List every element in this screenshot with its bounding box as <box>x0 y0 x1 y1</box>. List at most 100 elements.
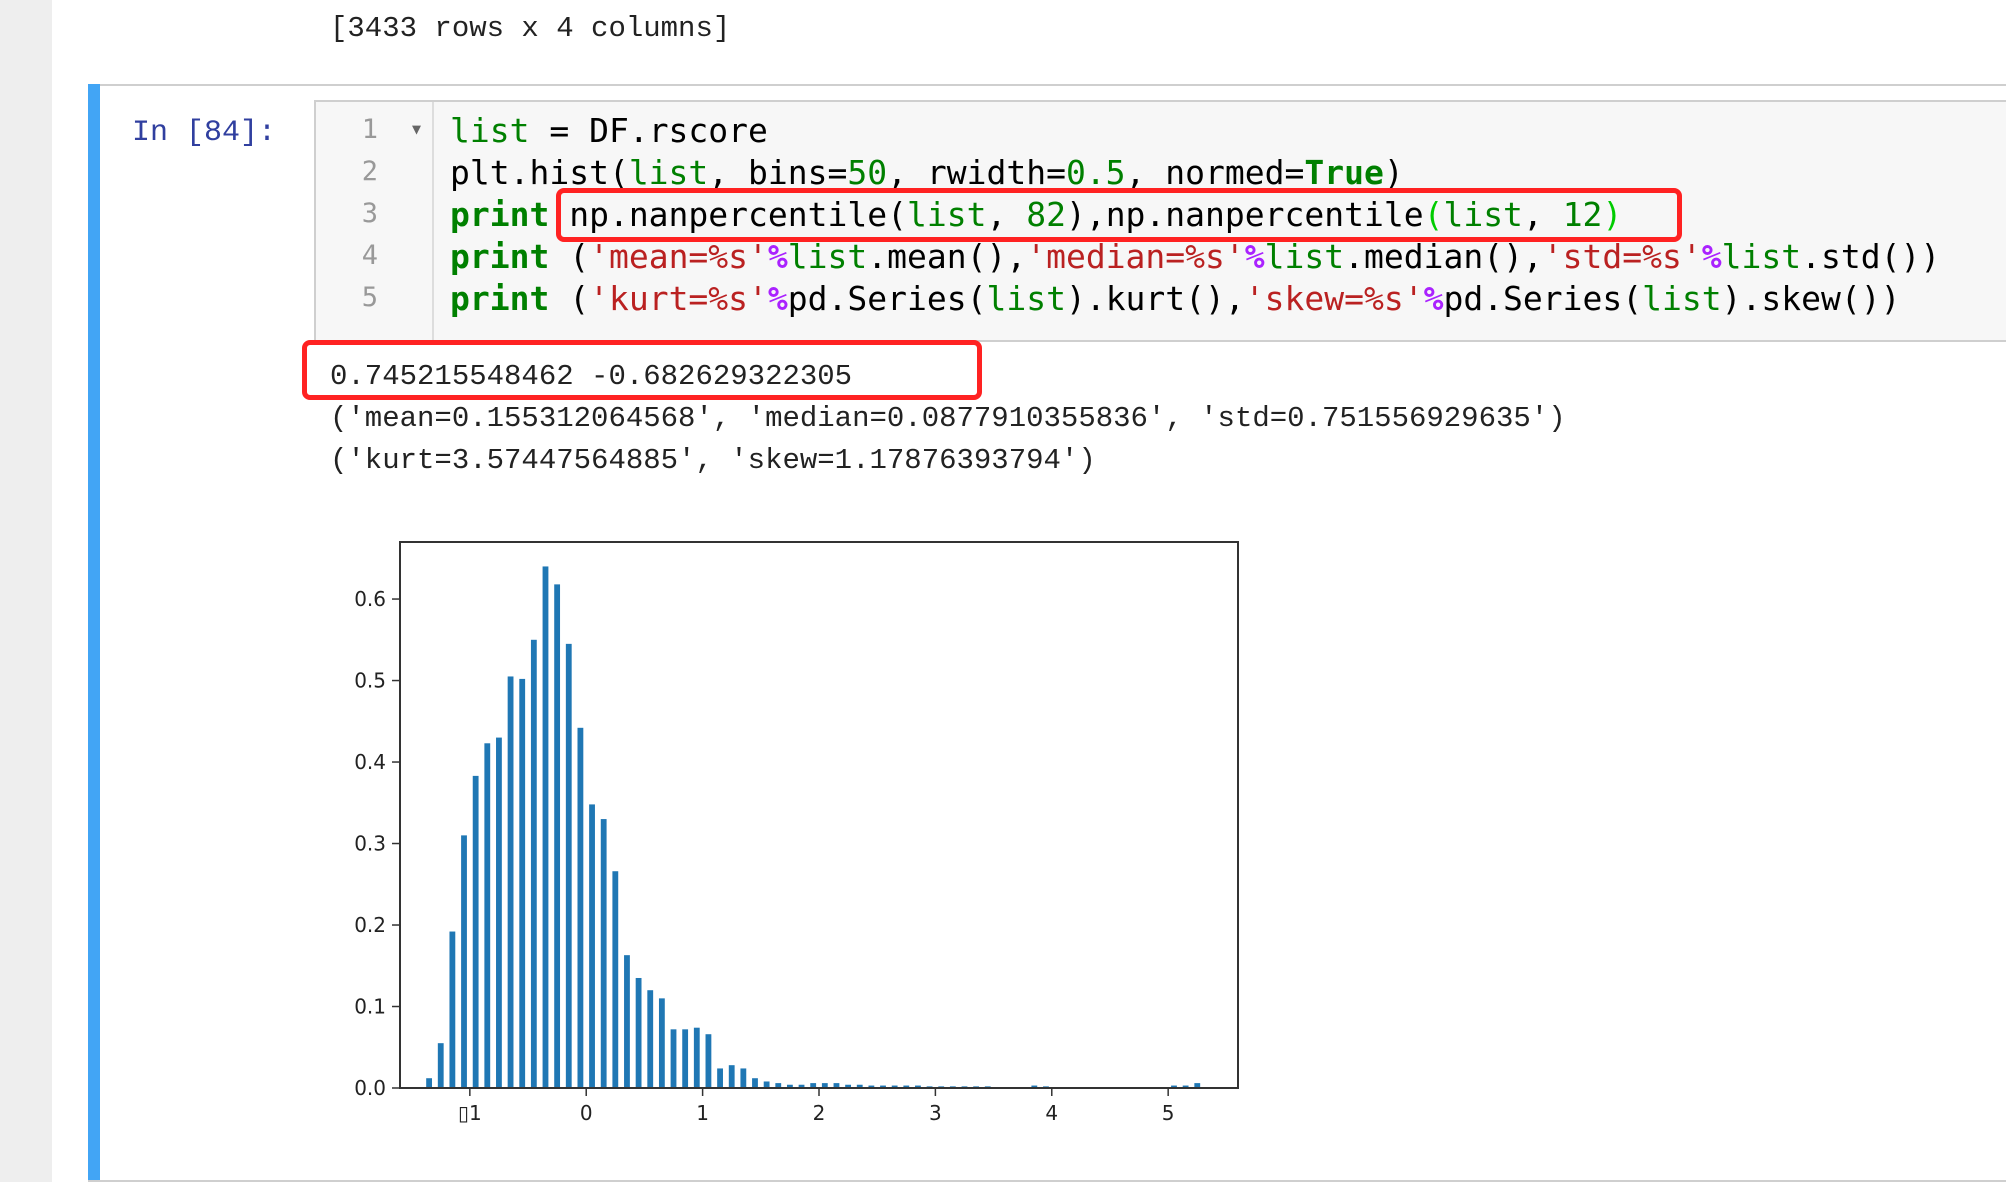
code-token: list <box>906 195 987 234</box>
histogram-bar <box>565 643 572 1088</box>
histogram-bar <box>740 1068 747 1088</box>
histogram-bar <box>437 1043 444 1088</box>
y-tick-label: 0.2 <box>354 913 386 937</box>
code-token: % <box>767 237 788 276</box>
code-token: = DF.rscore <box>529 111 768 150</box>
input-prompt: In [84]: <box>132 116 277 150</box>
code-token: list <box>986 279 1066 318</box>
histogram-bar <box>589 804 595 1088</box>
histogram-bar <box>530 639 537 1088</box>
code-token: , bins= <box>708 153 848 192</box>
code-token: list <box>1721 237 1802 276</box>
histogram-bar <box>484 743 491 1088</box>
histogram-bar <box>658 998 665 1088</box>
code-token: 'median=%s' <box>1026 237 1245 276</box>
x-tick-label: 5 <box>1162 1101 1175 1125</box>
histogram-bar <box>426 1078 433 1088</box>
histogram-bar <box>600 819 607 1088</box>
output-line-percentiles: 0.745215548462 -0.682629322305 <box>330 360 853 393</box>
histogram-bar <box>612 871 619 1088</box>
code-token: % <box>1244 237 1265 276</box>
code-line-2[interactable]: plt.hist(list, bins=50, rwidth=0.5, norm… <box>450 152 1404 194</box>
x-tick-label: 1 <box>696 1101 709 1125</box>
code-token: ) <box>1383 153 1404 192</box>
y-tick-label: 0.3 <box>354 832 386 856</box>
histogram-bar <box>682 1029 689 1088</box>
output-line-stats: ('mean=0.155312064568', 'median=0.087791… <box>330 402 1566 435</box>
histogram-bar <box>519 678 526 1088</box>
code-token: % <box>767 279 788 318</box>
y-tick-label: 0.5 <box>354 669 386 693</box>
code-token: % <box>1423 279 1444 318</box>
x-tick-label: ▯1 <box>458 1101 482 1125</box>
code-token: .mean(), <box>867 237 1027 276</box>
code-line-5[interactable]: print ('kurt=%s'%pd.Series(list).kurt(),… <box>450 278 1900 320</box>
histogram-bar <box>472 775 479 1088</box>
previous-cell-output: [3433 rows x 4 columns] <box>330 12 731 45</box>
code-token: True <box>1304 153 1384 192</box>
code-token: ( <box>549 279 590 318</box>
code-token: 'skew=%s' <box>1244 279 1424 318</box>
code-token: % <box>1701 237 1722 276</box>
code-token: 0.5 <box>1065 153 1126 192</box>
code-token: ( <box>1423 195 1444 234</box>
histogram-bar <box>554 584 561 1088</box>
code-editor[interactable]: 1 2 3 4 5 ▼ list = DF.rscore plt.hist(li… <box>314 100 2006 342</box>
fold-arrow-icon[interactable]: ▼ <box>412 120 421 138</box>
code-token: list <box>787 237 868 276</box>
y-tick-label: 0.6 <box>354 587 386 611</box>
code-token: , normed= <box>1125 153 1305 192</box>
histogram-bar <box>728 1065 735 1088</box>
code-line-3[interactable]: print np.nanpercentile(list, 82),np.nanp… <box>450 194 1622 236</box>
y-tick-label: 0.0 <box>354 1076 386 1100</box>
code-token: , <box>1522 195 1563 234</box>
code-token: list <box>450 111 530 150</box>
code-token: print <box>450 195 550 234</box>
code-token: , <box>986 195 1027 234</box>
histogram-bar <box>624 955 630 1088</box>
code-token: plt.hist( <box>450 153 629 192</box>
code-token: 'kurt=%s' <box>589 279 768 318</box>
line-number: 4 <box>361 240 378 271</box>
code-token: .std()) <box>1801 237 1941 276</box>
histogram-bar <box>705 1034 712 1088</box>
code-line-4[interactable]: print ('mean=%s'%list.mean(),'median=%s'… <box>450 236 1940 278</box>
histogram-bar <box>635 977 642 1088</box>
line-number-gutter: 1 2 3 4 5 ▼ <box>316 102 434 340</box>
code-token: list <box>1443 195 1523 234</box>
code-token: ) <box>1602 195 1623 234</box>
code-token: .median(), <box>1344 237 1543 276</box>
line-number: 5 <box>361 282 378 313</box>
x-tick-label: 4 <box>1045 1101 1058 1125</box>
code-token: 12 <box>1562 195 1603 234</box>
line-number: 2 <box>361 156 378 187</box>
code-token: 82 <box>1026 195 1066 234</box>
code-token: print <box>450 237 550 276</box>
code-token: 'std=%s' <box>1542 237 1702 276</box>
output-line-shape: ('kurt=3.57447564885', 'skew=1.178763937… <box>330 444 1096 477</box>
histogram-bar <box>577 727 584 1088</box>
code-token: list <box>1264 237 1345 276</box>
code-token: 'mean=%s' <box>589 237 768 276</box>
x-tick-label: 2 <box>813 1101 826 1125</box>
code-line-1[interactable]: list = DF.rscore <box>450 110 768 152</box>
y-tick-label: 0.1 <box>354 995 386 1019</box>
histogram-bar <box>647 990 654 1088</box>
histogram-bar <box>670 1029 677 1088</box>
histogram-bar <box>717 1068 723 1088</box>
code-token: ).skew()) <box>1721 279 1901 318</box>
x-tick-label: 0 <box>580 1101 593 1125</box>
code-token: list <box>1642 279 1722 318</box>
code-token: ( <box>549 237 590 276</box>
histogram-bar <box>752 1078 758 1088</box>
histogram-bar <box>496 737 502 1088</box>
histogram-bar <box>542 566 549 1088</box>
histogram-chart: ▯1 0 1 2 3 4 5 0.0 0.1 0.2 0.3 0.4 0.5 0.6 <box>320 520 1260 1140</box>
cell-selection-bar <box>88 84 100 1180</box>
code-token: np.nanpercentile( <box>549 195 907 234</box>
histogram-bar <box>693 1027 700 1088</box>
y-tick-label: 0.4 <box>354 750 386 774</box>
line-number: 3 <box>361 198 378 229</box>
code-token: pd.Series( <box>787 279 987 318</box>
histogram-bar <box>507 676 514 1088</box>
